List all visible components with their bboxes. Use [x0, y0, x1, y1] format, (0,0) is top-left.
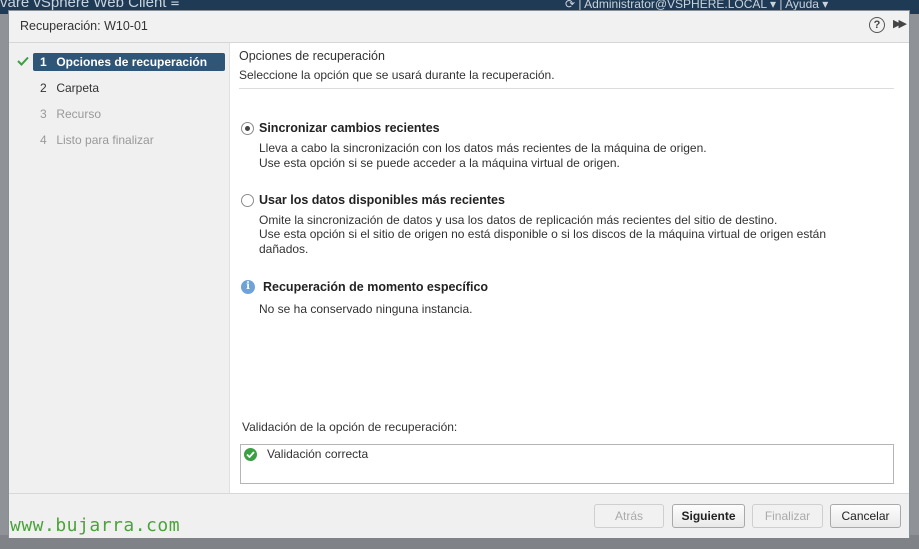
page-subtitle: Seleccione la opción que se usará durant…	[239, 68, 555, 82]
step-label: Opciones de recuperación	[56, 55, 208, 69]
latest-data-option-label[interactable]: Usar los datos disponibles más recientes	[259, 193, 505, 207]
latest-data-radio[interactable]	[241, 194, 254, 207]
validation-status: Validación correcta	[267, 447, 369, 461]
header-divider	[239, 88, 894, 89]
step-resource: 3 Recurso	[33, 105, 225, 123]
cancel-button[interactable]: Cancelar	[830, 504, 901, 528]
info-icon: i	[241, 280, 255, 294]
background-right-panel	[910, 14, 919, 549]
wizard-steps: 1 Opciones de recuperación 2 Carpeta 3 R…	[9, 43, 230, 493]
watermark: www.bujarra.com	[10, 515, 181, 536]
step-number: 4	[40, 133, 47, 147]
point-in-time-desc: No se ha conservado ninguna instancia.	[259, 302, 473, 316]
background-left-panel	[0, 14, 8, 549]
step-label: Listo para finalizar	[56, 133, 154, 147]
next-button[interactable]: Siguiente	[672, 504, 745, 528]
expand-icon[interactable]: ▶▶	[893, 17, 907, 30]
sync-option-desc-1: Lleva a cabo la sincronización con los d…	[259, 141, 707, 155]
finish-button[interactable]: Finalizar	[752, 504, 823, 528]
dialog-title: Recuperación: W10-01	[20, 19, 148, 33]
validation-label: Validación de la opción de recuperación:	[242, 420, 458, 434]
latest-data-option-desc-3: dañados.	[259, 242, 309, 256]
step-folder[interactable]: 2 Carpeta	[33, 79, 225, 97]
step-number: 3	[40, 107, 47, 121]
latest-data-option-desc-2: Use esta opción si el sitio de origen no…	[259, 227, 826, 241]
sync-option-desc-2: Use esta opción si se puede acceder a la…	[259, 156, 620, 170]
back-button[interactable]: Atrás	[594, 504, 664, 528]
check-icon	[17, 56, 29, 66]
step-recovery-options[interactable]: 1 Opciones de recuperación	[33, 53, 225, 71]
validation-box: Validación correcta	[240, 444, 894, 484]
sync-option-label[interactable]: Sincronizar cambios recientes	[259, 121, 440, 135]
success-icon	[244, 448, 257, 461]
page-title: Opciones de recuperación	[239, 49, 385, 63]
dialog-titlebar: Recuperación: W10-01 ? ▶▶	[9, 11, 909, 43]
recovery-dialog: Recuperación: W10-01 ? ▶▶ 1 Opciones de …	[8, 10, 910, 538]
point-in-time-label: Recuperación de momento específico	[263, 280, 489, 294]
help-icon[interactable]: ?	[869, 17, 885, 33]
latest-data-option-desc-1: Omite la sincronización de datos y usa l…	[259, 213, 778, 227]
sync-radio[interactable]	[241, 122, 254, 135]
step-number: 1	[40, 55, 47, 69]
step-label: Carpeta	[56, 81, 100, 95]
step-label: Recurso	[56, 107, 102, 121]
step-number: 2	[40, 81, 47, 95]
step-ready-to-complete: 4 Listo para finalizar	[33, 131, 225, 149]
